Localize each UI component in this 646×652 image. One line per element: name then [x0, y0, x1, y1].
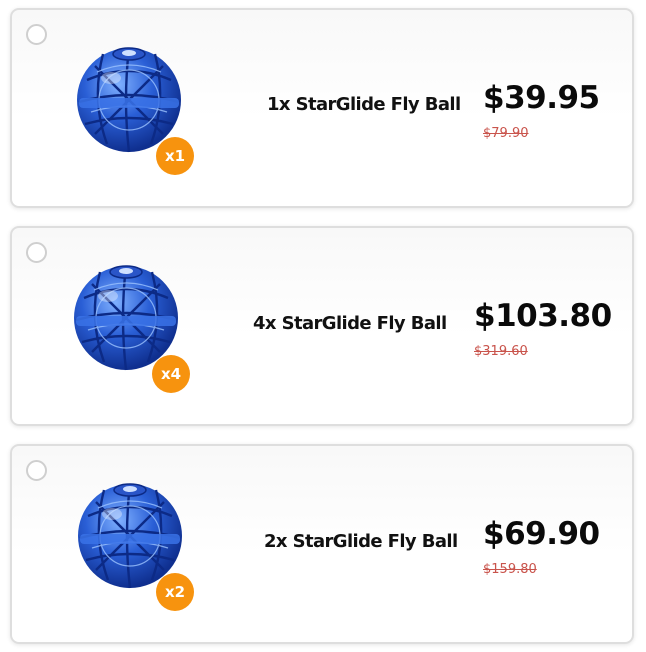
- offer-card-1[interactable]: x1 1x StarGlide Fly Ball $39.95 $79.90: [10, 8, 634, 208]
- radio-button[interactable]: [26, 242, 47, 263]
- price: $103.80: [474, 298, 612, 334]
- product-name: 4x StarGlide Fly Ball: [253, 313, 447, 334]
- quantity-badge: x4: [152, 355, 190, 393]
- offer-card-3[interactable]: x2 2x StarGlide Fly Ball $69.90 $159.80: [10, 444, 634, 644]
- product-name: 1x StarGlide Fly Ball: [267, 94, 461, 115]
- radio-button[interactable]: [26, 460, 47, 481]
- radio-button[interactable]: [26, 24, 47, 45]
- original-price: $159.80: [483, 562, 537, 577]
- quantity-badge: x2: [156, 573, 194, 611]
- offer-card-2[interactable]: x4 4x StarGlide Fly Ball $103.80 $319.60: [10, 226, 634, 426]
- price: $39.95: [483, 80, 600, 116]
- product-name: 2x StarGlide Fly Ball: [264, 531, 458, 552]
- quantity-badge: x1: [156, 137, 194, 175]
- price: $69.90: [483, 516, 600, 552]
- original-price: $79.90: [483, 126, 529, 141]
- original-price: $319.60: [474, 344, 528, 359]
- bundle-offer-list: x1 1x StarGlide Fly Ball $39.95 $79.90 x…: [0, 0, 646, 652]
